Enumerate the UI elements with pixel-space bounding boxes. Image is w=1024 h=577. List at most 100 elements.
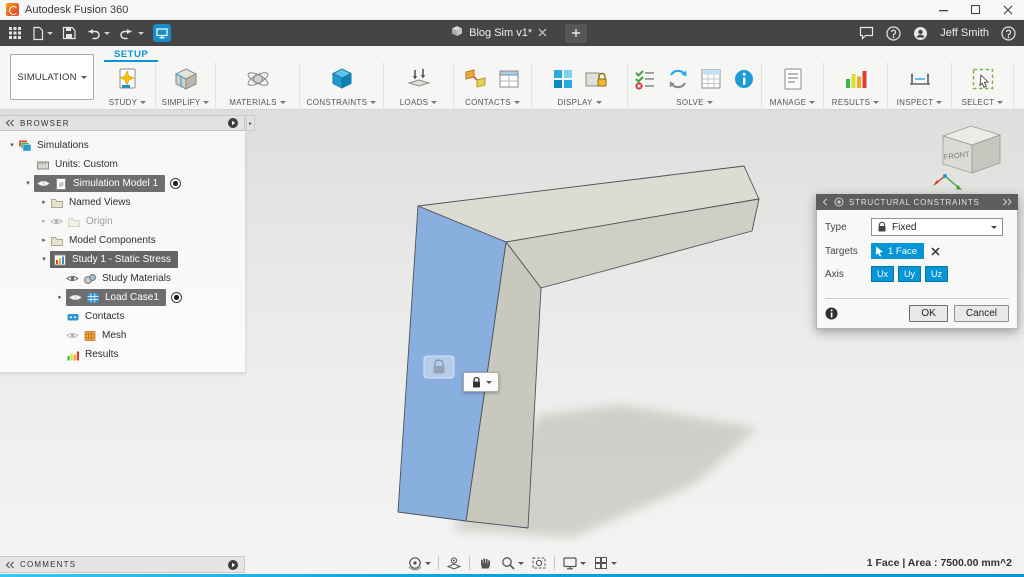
solve-button[interactable] — [663, 64, 693, 94]
fit-button[interactable] — [531, 555, 547, 571]
expand-arrow-icon[interactable] — [38, 250, 50, 269]
results-group-label[interactable]: RESULTS — [832, 98, 879, 107]
lock-selection-button[interactable] — [463, 372, 499, 392]
display-group-label[interactable]: DISPLAY — [557, 98, 601, 107]
results-report-button[interactable] — [696, 64, 726, 94]
look-at-button[interactable] — [446, 555, 462, 571]
close-tab-icon[interactable] — [538, 24, 547, 42]
view-cube[interactable]: FRONT — [932, 120, 1010, 201]
zoom-button[interactable] — [500, 555, 524, 571]
collapse-arrow-icon[interactable] — [38, 212, 50, 231]
display-settings-button[interactable] — [562, 555, 586, 571]
comment-bubble-icon[interactable] — [859, 26, 874, 40]
manage-group-label[interactable]: MANAGE — [770, 98, 815, 107]
cancel-button[interactable]: Cancel — [954, 305, 1009, 322]
materials-button[interactable] — [243, 64, 273, 94]
maximize-button[interactable] — [960, 0, 992, 20]
activate-radio-button[interactable] — [171, 292, 182, 303]
constraint-type-select[interactable]: Fixed — [871, 218, 1003, 236]
model-canvas[interactable]: FRONT BROWSER Sim — [0, 110, 1024, 577]
dialog-header[interactable]: STRUCTURAL CONSTRAINTS — [816, 194, 1018, 210]
workspace-switcher-button[interactable]: SIMULATION — [10, 54, 94, 100]
collapse-arrow-icon[interactable] — [38, 193, 50, 212]
manage-contacts-button[interactable] — [494, 64, 524, 94]
expand-arrow-icon[interactable] — [6, 136, 18, 155]
ok-button[interactable]: OK — [909, 305, 947, 322]
tree-item-load-case1[interactable]: Load Case1 — [0, 288, 245, 307]
tree-item-study-1[interactable]: Study 1 - Static Stress — [0, 250, 245, 269]
inspect-group-label[interactable]: INSPECT — [897, 98, 943, 107]
visibility-eye-icon[interactable] — [66, 331, 80, 340]
collapse-chevrons-icon[interactable] — [5, 119, 15, 127]
tree-item-results[interactable]: Results — [0, 345, 245, 364]
collapse-chevrons-icon[interactable] — [5, 561, 15, 569]
solve-group-label[interactable]: SOLVE — [676, 98, 713, 107]
tree-item-mesh[interactable]: Mesh — [0, 326, 245, 345]
tree-item-model-components[interactable]: Model Components — [0, 231, 245, 250]
dialog-info-icon[interactable] — [825, 307, 838, 320]
help-circle-icon[interactable] — [886, 26, 901, 41]
study-group-label[interactable]: STUDY — [109, 98, 147, 107]
redo-button[interactable] — [119, 26, 144, 40]
tree-item-study-materials[interactable]: Study Materials — [0, 269, 245, 288]
collapse-arrow-icon[interactable] — [38, 231, 50, 250]
new-study-button[interactable] — [113, 64, 143, 94]
save-button[interactable] — [62, 26, 76, 40]
automatic-contacts-button[interactable] — [461, 64, 491, 94]
loads-button[interactable] — [404, 64, 434, 94]
file-menu-button[interactable] — [31, 26, 53, 41]
browser-display-toggle-button[interactable] — [227, 117, 239, 129]
constraints-button[interactable] — [327, 64, 357, 94]
question-circle-icon[interactable] — [1001, 26, 1016, 41]
results-button[interactable] — [841, 64, 871, 94]
expand-arrow-icon[interactable] — [22, 174, 34, 193]
tree-item-simulation-model-1[interactable]: Simulation Model 1 — [0, 174, 245, 193]
document-tab[interactable]: Blog Sim v1* — [443, 20, 555, 46]
visibility-eye-icon[interactable] — [66, 274, 80, 283]
collapse-arrow-icon[interactable] — [54, 288, 66, 307]
manage-button[interactable] — [778, 64, 808, 94]
tree-item-units[interactable]: Units: Custom — [0, 155, 245, 174]
tree-item-simulations[interactable]: Simulations — [0, 136, 245, 155]
targets-selection-chip[interactable]: 1 Face — [871, 243, 924, 259]
select-group-label[interactable]: SELECT — [962, 98, 1004, 107]
minimize-button[interactable] — [928, 0, 960, 20]
extensions-icon[interactable] — [153, 24, 171, 42]
inspect-button[interactable] — [905, 64, 935, 94]
materials-group-label[interactable]: MATERIALS — [229, 98, 285, 107]
visibility-eye-icon[interactable] — [50, 217, 64, 226]
loads-group-label[interactable]: LOADS — [400, 98, 438, 107]
activate-radio-button[interactable] — [170, 178, 181, 189]
axis-uy-toggle[interactable]: Uy — [898, 266, 921, 282]
grid-layout-button[interactable] — [593, 555, 617, 571]
tab-setup[interactable]: SETUP — [104, 47, 158, 62]
data-panel-grid-icon[interactable] — [8, 26, 22, 40]
solve-info-icon[interactable] — [729, 64, 759, 94]
comments-display-toggle-button[interactable] — [227, 559, 239, 571]
show-constraints-button[interactable] — [581, 64, 611, 94]
profile-avatar-icon[interactable] — [913, 26, 928, 41]
orbit-button[interactable] — [407, 555, 431, 571]
close-button[interactable] — [992, 0, 1024, 20]
tree-item-origin[interactable]: Origin — [0, 212, 245, 231]
axis-ux-toggle[interactable]: Ux — [871, 266, 894, 282]
contacts-group-label[interactable]: CONTACTS — [465, 98, 520, 107]
select-button[interactable] — [968, 64, 998, 94]
new-tab-button[interactable] — [565, 24, 587, 43]
comments-panel-header[interactable]: COMMENTS — [0, 556, 245, 573]
clear-targets-button[interactable] — [931, 247, 940, 256]
constraints-group-label[interactable]: CONSTRAINTS — [307, 98, 377, 107]
precheck-button[interactable] — [630, 64, 660, 94]
degrees-of-freedom-button[interactable] — [548, 64, 578, 94]
axis-uz-toggle[interactable]: Uz — [925, 266, 948, 282]
user-name[interactable]: Jeff Smith — [940, 27, 989, 39]
tree-item-contacts[interactable]: Contacts — [0, 307, 245, 326]
tree-item-named-views[interactable]: Named Views — [0, 193, 245, 212]
pan-button[interactable] — [477, 555, 493, 571]
visibility-eye-icon[interactable] — [69, 293, 83, 302]
visibility-eye-icon[interactable] — [37, 179, 51, 188]
dialog-popout-icon[interactable] — [1002, 198, 1013, 206]
simplify-button[interactable] — [171, 64, 201, 94]
undo-button[interactable] — [85, 26, 110, 40]
browser-panel-header[interactable]: BROWSER — [0, 115, 245, 131]
